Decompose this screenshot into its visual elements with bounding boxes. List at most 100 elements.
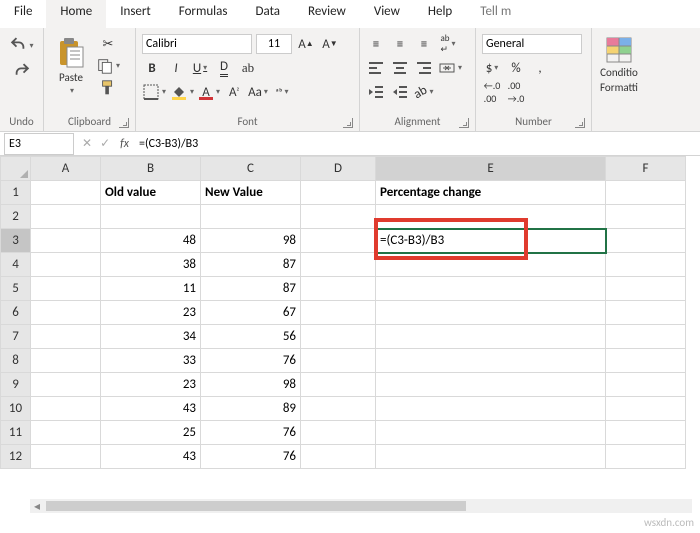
col-header-E[interactable]: E xyxy=(376,157,606,181)
cell[interactable]: 38 xyxy=(101,253,201,277)
decrease-decimal-button[interactable]: .00→.0 xyxy=(506,82,526,102)
row-header[interactable]: 1 xyxy=(1,181,31,205)
tab-insert[interactable]: Insert xyxy=(106,0,165,28)
decrease-indent-button[interactable] xyxy=(366,82,386,102)
grow-font-button[interactable]: A▲ xyxy=(296,34,316,54)
row-header[interactable]: 4 xyxy=(1,253,31,277)
tab-data[interactable]: Data xyxy=(241,0,294,28)
horizontal-scrollbar[interactable]: ◂ xyxy=(30,499,692,513)
cell[interactable]: 43 xyxy=(101,397,201,421)
cell[interactable]: 76 xyxy=(201,349,301,373)
cell[interactable]: 98 xyxy=(201,229,301,253)
wrap-text-button[interactable]: ab↵ xyxy=(438,34,458,54)
name-box[interactable] xyxy=(4,133,74,155)
tell-me[interactable]: Tell m xyxy=(466,0,525,28)
superscript-button[interactable]: A² xyxy=(224,82,244,102)
align-right-button[interactable] xyxy=(414,58,434,78)
increase-indent-button[interactable] xyxy=(390,82,410,102)
strikethrough-button[interactable]: ab xyxy=(238,58,258,78)
align-center-button[interactable] xyxy=(390,58,410,78)
cell[interactable]: 23 xyxy=(101,373,201,397)
row-header[interactable]: 6 xyxy=(1,301,31,325)
tab-formulas[interactable]: Formulas xyxy=(165,0,242,28)
row-header[interactable]: 12 xyxy=(1,445,31,469)
col-header-F[interactable]: F xyxy=(606,157,686,181)
worksheet[interactable]: A B C D E F 1 Old value New Value Percen… xyxy=(0,156,700,469)
phonetic-button[interactable]: ᵃᵇ xyxy=(272,82,292,102)
conditional-formatting-button[interactable]: Conditio Formatti xyxy=(598,30,640,94)
format-painter-button[interactable] xyxy=(96,78,120,98)
col-header-A[interactable]: A xyxy=(31,157,101,181)
redo-button[interactable] xyxy=(6,62,37,82)
font-dialog-icon[interactable] xyxy=(343,118,353,128)
cut-button[interactable]: ✂ xyxy=(96,34,120,54)
percent-button[interactable]: % xyxy=(506,58,526,78)
tab-help[interactable]: Help xyxy=(414,0,466,28)
cell[interactable]: 33 xyxy=(101,349,201,373)
select-all-button[interactable] xyxy=(1,157,31,181)
cell[interactable]: 43 xyxy=(101,445,201,469)
row-header[interactable]: 10 xyxy=(1,397,31,421)
cell[interactable]: 98 xyxy=(201,373,301,397)
align-top-button[interactable]: ≡ xyxy=(366,34,386,54)
orientation-button[interactable]: ab xyxy=(414,82,434,102)
font-color-button[interactable]: A xyxy=(198,82,220,102)
align-bottom-button[interactable]: ≡ xyxy=(414,34,434,54)
cell[interactable]: 89 xyxy=(201,397,301,421)
paste-button[interactable]: Paste xyxy=(50,37,92,96)
increase-decimal-button[interactable]: ←.0.00 xyxy=(482,82,502,102)
fill-color-button[interactable] xyxy=(170,82,194,102)
cell[interactable]: Percentage change xyxy=(376,181,606,205)
cell[interactable]: 56 xyxy=(201,325,301,349)
active-cell[interactable]: =(C3-B3)/B3 xyxy=(376,229,606,253)
col-header-D[interactable]: D xyxy=(301,157,376,181)
cell[interactable]: 87 xyxy=(201,253,301,277)
undo-button[interactable] xyxy=(6,36,37,56)
row-header[interactable]: 7 xyxy=(1,325,31,349)
row-header[interactable]: 3 xyxy=(1,229,31,253)
cell[interactable]: 23 xyxy=(101,301,201,325)
underline-button[interactable]: U xyxy=(190,58,210,78)
formula-input[interactable]: =(C3-B3)/B3 xyxy=(135,136,700,152)
cell[interactable]: 48 xyxy=(101,229,201,253)
font-size-select[interactable] xyxy=(256,34,292,54)
cancel-formula-icon[interactable]: ✕ xyxy=(78,136,96,151)
align-left-button[interactable] xyxy=(366,58,386,78)
tab-file[interactable]: File xyxy=(0,0,46,28)
number-dialog-icon[interactable] xyxy=(575,118,585,128)
cell[interactable]: 25 xyxy=(101,421,201,445)
tab-review[interactable]: Review xyxy=(294,0,360,28)
double-underline-button[interactable]: D xyxy=(214,58,234,78)
number-format-select[interactable] xyxy=(482,34,582,54)
row-header[interactable]: 2 xyxy=(1,205,31,229)
bold-button[interactable]: B xyxy=(142,58,162,78)
copy-button[interactable] xyxy=(96,56,120,76)
comma-button[interactable]: , xyxy=(530,58,550,78)
col-header-B[interactable]: B xyxy=(101,157,201,181)
tab-home[interactable]: Home xyxy=(46,0,106,28)
align-middle-button[interactable]: ≡ xyxy=(390,34,410,54)
case-button[interactable]: Aa xyxy=(248,82,268,102)
merge-button[interactable] xyxy=(438,58,462,78)
enter-formula-icon[interactable]: ✓ xyxy=(96,136,114,151)
cell[interactable]: 11 xyxy=(101,277,201,301)
currency-button[interactable]: $ xyxy=(482,58,502,78)
clipboard-dialog-icon[interactable] xyxy=(119,118,129,128)
row-header[interactable]: 5 xyxy=(1,277,31,301)
col-header-C[interactable]: C xyxy=(201,157,301,181)
cell[interactable]: New Value xyxy=(201,181,301,205)
row-header[interactable]: 8 xyxy=(1,349,31,373)
borders-button[interactable] xyxy=(142,82,166,102)
cell[interactable]: 76 xyxy=(201,421,301,445)
tab-view[interactable]: View xyxy=(360,0,414,28)
cell[interactable]: 34 xyxy=(101,325,201,349)
cell[interactable]: 76 xyxy=(201,445,301,469)
cell[interactable]: 87 xyxy=(201,277,301,301)
shrink-font-button[interactable]: A▼ xyxy=(320,34,340,54)
cell[interactable]: 67 xyxy=(201,301,301,325)
font-name-select[interactable] xyxy=(142,34,252,54)
row-header[interactable]: 9 xyxy=(1,373,31,397)
italic-button[interactable]: I xyxy=(166,58,186,78)
fx-icon[interactable]: fx xyxy=(114,137,135,151)
cell[interactable]: Old value xyxy=(101,181,201,205)
